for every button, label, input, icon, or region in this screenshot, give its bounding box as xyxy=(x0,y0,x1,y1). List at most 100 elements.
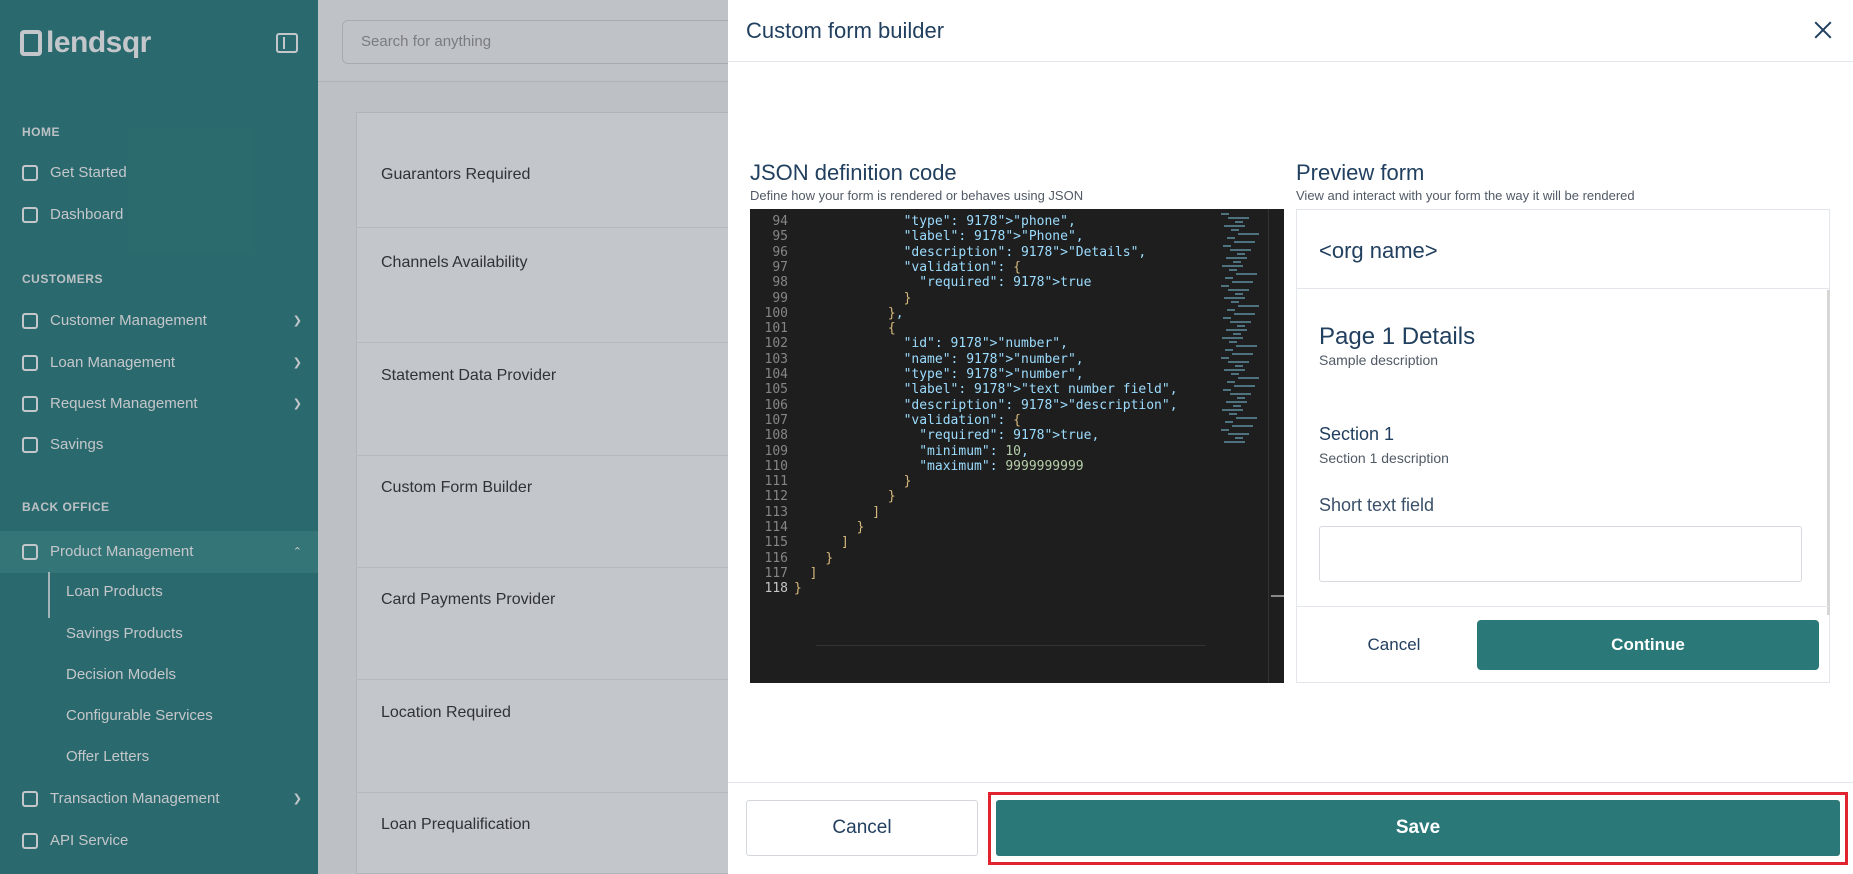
json-panel-subtitle: Define how your form is rendered or beha… xyxy=(750,188,1084,203)
minimap-line xyxy=(1237,397,1245,399)
json-panel-title: JSON definition code xyxy=(750,160,957,185)
line-number: 118 xyxy=(764,581,788,597)
preview-cancel-button[interactable]: Cancel xyxy=(1319,620,1469,670)
minimap-line xyxy=(1226,401,1247,403)
code-text: "type": 9178">"phone", xyxy=(903,214,1076,229)
code-text: { xyxy=(887,321,896,337)
code-minimap[interactable] xyxy=(1215,213,1263,449)
minimap-line xyxy=(1221,213,1229,215)
code-text: } xyxy=(887,489,896,505)
minimap-line xyxy=(1224,297,1245,299)
minimap-line xyxy=(1223,245,1231,247)
code-text: ] xyxy=(872,504,881,520)
minimap-line xyxy=(1237,325,1245,327)
preview-continue-button[interactable]: Continue xyxy=(1477,620,1819,670)
minimap-line xyxy=(1238,233,1259,235)
code-text: "maximum": 9999999999 xyxy=(919,458,1084,474)
code-text: } xyxy=(825,550,834,566)
minimap-line xyxy=(1224,441,1245,443)
minimap-line xyxy=(1230,321,1251,323)
minimap-line xyxy=(1224,225,1245,227)
page-title: Page 1 Details xyxy=(1319,323,1476,350)
minimap-line xyxy=(1224,369,1245,371)
save-button[interactable]: Save xyxy=(996,800,1840,856)
minimap-line xyxy=(1223,389,1231,391)
preview-panel-title: Preview form xyxy=(1296,160,1425,185)
minimap-line xyxy=(1235,293,1243,295)
code-text: "validation": { xyxy=(903,259,1021,275)
short-text-field[interactable] xyxy=(1319,526,1802,582)
minimap-line xyxy=(1229,413,1237,415)
code-text: }, xyxy=(887,305,904,321)
minimap-line xyxy=(1225,421,1233,423)
minimap-line xyxy=(1223,317,1231,319)
minimap-line xyxy=(1236,345,1257,347)
code-text: } xyxy=(794,581,802,597)
cancel-button[interactable]: Cancel xyxy=(746,800,978,856)
minimap-line xyxy=(1230,393,1251,395)
current-line-highlight xyxy=(816,645,1206,646)
minimap-line xyxy=(1238,305,1259,307)
minimap-line xyxy=(1232,353,1253,355)
code-text: "validation": { xyxy=(903,412,1021,428)
minimap-line xyxy=(1234,241,1255,243)
code-text: "label": 9178">"Phone", xyxy=(903,229,1084,245)
preview-form: <org name> Page 1 Details Sample descrip… xyxy=(1296,209,1830,683)
code-text: "description": 9178">"Details", xyxy=(903,244,1147,260)
code-text: ] xyxy=(809,565,818,581)
close-icon[interactable] xyxy=(1813,20,1833,40)
section-title: Section 1 xyxy=(1319,424,1395,444)
minimap-line xyxy=(1233,405,1241,407)
minimap-line xyxy=(1227,309,1235,311)
code-text: ] xyxy=(840,535,849,551)
minimap-line xyxy=(1221,429,1229,431)
code-text: "required": 9178">true, xyxy=(919,428,1100,444)
custom-form-builder-modal: Custom form builder JSON definition code… xyxy=(728,0,1853,874)
minimap-line xyxy=(1237,253,1245,255)
code-text: "description": 9178">"description", xyxy=(903,397,1178,413)
minimap-line xyxy=(1225,277,1233,279)
minimap-line xyxy=(1225,349,1233,351)
minimap-line xyxy=(1234,313,1255,315)
minimap-line xyxy=(1222,337,1243,339)
minimap-line xyxy=(1228,289,1249,291)
minimap-line xyxy=(1231,301,1239,303)
minimap-line xyxy=(1231,229,1239,231)
minimap-line xyxy=(1235,365,1243,367)
minimap-line xyxy=(1228,217,1249,219)
minimap-line xyxy=(1236,273,1257,275)
json-code-editor[interactable]: 94 "type": 9178">"phone", 95 "label": 917… xyxy=(750,209,1284,683)
section-description: Section 1 description xyxy=(1319,450,1449,466)
minimap-line xyxy=(1226,329,1247,331)
divider xyxy=(1297,288,1829,289)
minimap-line xyxy=(1235,437,1243,439)
minimap-line xyxy=(1222,265,1243,267)
editor-scrollbar[interactable] xyxy=(1268,209,1284,683)
minimap-line xyxy=(1221,357,1229,359)
minimap-line xyxy=(1227,237,1235,239)
preview-panel-subtitle: View and interact with your form the way… xyxy=(1296,188,1635,203)
preview-scrollbar[interactable] xyxy=(1827,290,1830,615)
code-text: "minimum": 10, xyxy=(919,443,1029,459)
code-line[interactable]: 118} xyxy=(750,580,1220,598)
minimap-line xyxy=(1234,385,1255,387)
code-text: "label": 9178">"text number field", xyxy=(903,382,1178,398)
minimap-line xyxy=(1230,249,1251,251)
modal-header: Custom form builder xyxy=(728,0,1853,62)
minimap-line xyxy=(1229,341,1237,343)
minimap-line xyxy=(1229,269,1237,271)
short-text-field-label: Short text field xyxy=(1319,495,1435,515)
minimap-line xyxy=(1221,285,1229,287)
code-text: "required": 9178">true xyxy=(919,275,1092,291)
modal-title: Custom form builder xyxy=(746,18,945,43)
minimap-line xyxy=(1233,333,1241,335)
minimap-line xyxy=(1231,373,1239,375)
code-text: "name": 9178">"number", xyxy=(903,351,1084,367)
minimap-line xyxy=(1235,221,1243,223)
code-text: } xyxy=(856,520,865,535)
page-description: Sample description xyxy=(1319,352,1439,368)
code-text: } xyxy=(903,474,912,490)
minimap-line xyxy=(1238,377,1259,379)
minimap-line xyxy=(1232,425,1253,427)
divider xyxy=(1297,606,1829,607)
